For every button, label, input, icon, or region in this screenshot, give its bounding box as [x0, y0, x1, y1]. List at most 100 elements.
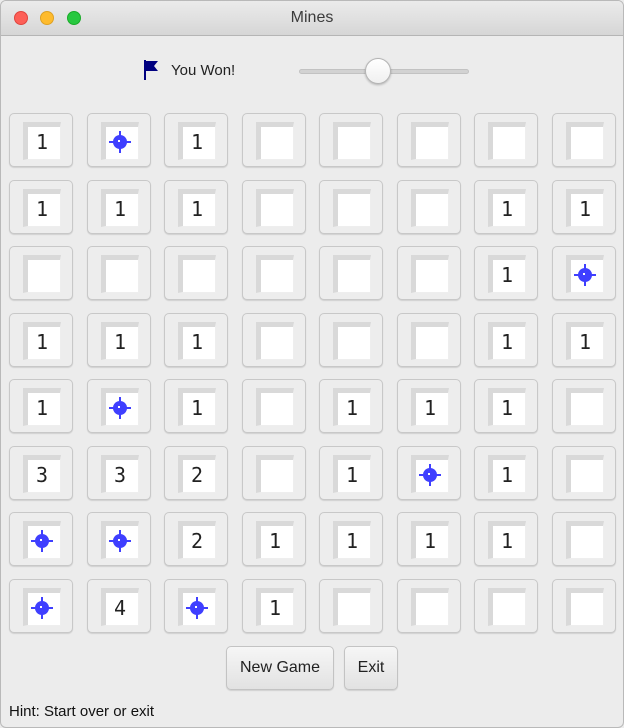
cell-face [101, 388, 139, 426]
cell-face: 1 [178, 122, 216, 160]
mine-cell[interactable]: 1 [319, 512, 383, 566]
mine-cell[interactable] [242, 180, 306, 234]
mine-cell[interactable] [474, 579, 538, 633]
mine-cell[interactable]: 1 [474, 180, 538, 234]
mine-cell[interactable]: 1 [552, 180, 616, 234]
cell-number: 1 [268, 595, 282, 620]
mine-cell[interactable]: 1 [164, 379, 228, 433]
mine-cell[interactable]: 1 [164, 113, 228, 167]
mine-cell[interactable] [242, 379, 306, 433]
cell-number: 2 [190, 462, 204, 487]
mine-cell[interactable] [87, 512, 151, 566]
mine-cell[interactable] [9, 246, 73, 300]
mine-cell[interactable]: 2 [164, 512, 228, 566]
mine-cell[interactable]: 1 [164, 313, 228, 367]
mine-cell[interactable] [552, 512, 616, 566]
mine-cell[interactable]: 1 [474, 313, 538, 367]
cell-number: 1 [500, 395, 514, 420]
mine-cell[interactable] [87, 246, 151, 300]
mine-cell[interactable] [397, 246, 461, 300]
mine-cell[interactable] [397, 113, 461, 167]
mine-cell[interactable]: 3 [9, 446, 73, 500]
mine-cell[interactable]: 1 [552, 313, 616, 367]
mine-cell[interactable]: 1 [9, 313, 73, 367]
cell-face: 1 [488, 322, 526, 360]
cell-number: 1 [35, 395, 49, 420]
mine-cell[interactable] [9, 579, 73, 633]
mine-cell[interactable] [319, 246, 383, 300]
cell-face [23, 521, 61, 559]
mine-cell[interactable]: 1 [319, 379, 383, 433]
mine-cell[interactable]: 1 [319, 446, 383, 500]
mine-cell[interactable] [9, 512, 73, 566]
cell-face [411, 455, 449, 493]
mine-cell[interactable]: 1 [474, 446, 538, 500]
mine-cell[interactable] [242, 246, 306, 300]
mine-cell[interactable]: 1 [87, 180, 151, 234]
cell-face [411, 588, 449, 626]
mine-cell[interactable]: 1 [87, 313, 151, 367]
new-game-button[interactable]: New Game [226, 646, 334, 690]
mine-cell[interactable] [87, 379, 151, 433]
mine-cell[interactable] [552, 379, 616, 433]
mine-icon [109, 396, 131, 419]
mine-cell[interactable] [319, 180, 383, 234]
mine-cell[interactable] [242, 446, 306, 500]
cell-number: 1 [345, 528, 359, 553]
mine-cell[interactable]: 1 [9, 379, 73, 433]
mine-cell[interactable] [319, 579, 383, 633]
mine-cell[interactable] [164, 579, 228, 633]
mine-cell[interactable]: 3 [87, 446, 151, 500]
mine-cell[interactable] [474, 113, 538, 167]
mine-cell[interactable] [397, 180, 461, 234]
mine-cell[interactable] [552, 113, 616, 167]
mine-cell[interactable]: 1 [397, 379, 461, 433]
mine-cell[interactable]: 1 [9, 180, 73, 234]
mine-cell[interactable]: 1 [242, 512, 306, 566]
cell-face [411, 189, 449, 227]
mine-cell[interactable] [319, 113, 383, 167]
mine-cell[interactable]: 1 [474, 512, 538, 566]
mine-cell[interactable] [319, 313, 383, 367]
cell-face [256, 455, 294, 493]
mine-cell[interactable]: 1 [397, 512, 461, 566]
cell-face: 1 [101, 189, 139, 227]
cell-face [566, 255, 604, 293]
cell-number: 1 [113, 196, 127, 221]
mine-cell[interactable] [552, 246, 616, 300]
cell-number: 1 [35, 129, 49, 154]
cell-face: 1 [256, 521, 294, 559]
mine-cell[interactable]: 1 [242, 579, 306, 633]
cell-number: 1 [190, 329, 204, 354]
mine-icon [31, 529, 53, 552]
cell-number: 1 [345, 395, 359, 420]
mine-cell[interactable] [242, 113, 306, 167]
mine-cell[interactable] [242, 313, 306, 367]
mine-cell[interactable]: 1 [474, 246, 538, 300]
title-bar: Mines [1, 1, 623, 36]
cell-number: 1 [500, 329, 514, 354]
cell-face: 1 [488, 388, 526, 426]
mine-icon [419, 463, 441, 486]
mine-cell[interactable] [164, 246, 228, 300]
mine-cell[interactable] [397, 446, 461, 500]
cell-face: 1 [488, 455, 526, 493]
mine-cell[interactable]: 1 [9, 113, 73, 167]
cell-number: 1 [190, 196, 204, 221]
mine-cell[interactable] [397, 579, 461, 633]
mine-cell[interactable]: 2 [164, 446, 228, 500]
cell-face: 1 [101, 322, 139, 360]
cell-face: 1 [411, 521, 449, 559]
difficulty-slider[interactable] [299, 58, 469, 84]
mine-cell[interactable] [397, 313, 461, 367]
mine-cell[interactable]: 1 [164, 180, 228, 234]
exit-button[interactable]: Exit [344, 646, 398, 690]
mine-cell[interactable]: 4 [87, 579, 151, 633]
slider-thumb[interactable] [365, 58, 391, 84]
mine-cell[interactable] [552, 446, 616, 500]
mine-cell[interactable] [87, 113, 151, 167]
mine-icon [109, 529, 131, 552]
mine-cell[interactable]: 1 [474, 379, 538, 433]
cell-number: 2 [190, 528, 204, 553]
mine-cell[interactable] [552, 579, 616, 633]
